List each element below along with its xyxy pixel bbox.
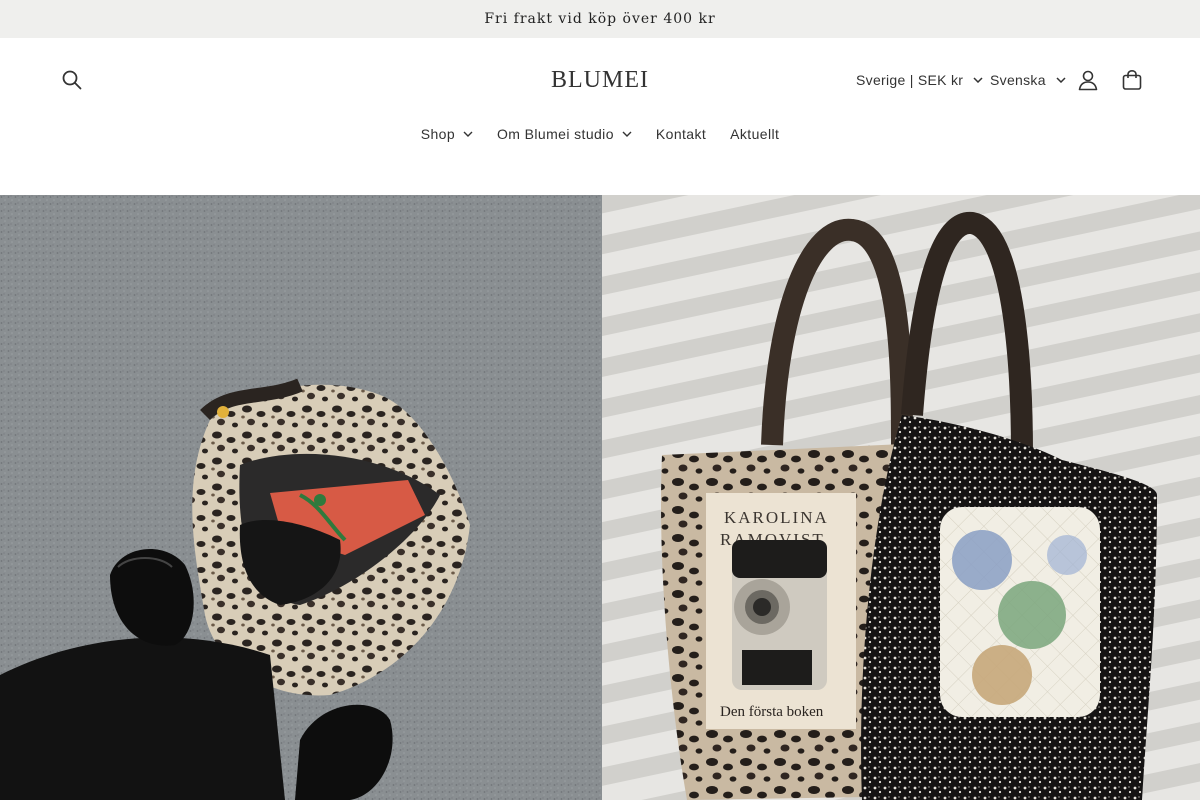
- nav-item-label: Kontakt: [655, 126, 707, 142]
- main-nav: Shop Om Blumei studio Kontakt Aktuellt: [0, 122, 1200, 146]
- nav-item-label: Shop: [420, 126, 455, 142]
- user-icon: [1078, 70, 1098, 91]
- account-button[interactable]: [1072, 64, 1104, 96]
- nav-item-label: Aktuellt: [730, 126, 780, 142]
- chevron-down-icon: [1056, 77, 1066, 83]
- chevron-down-icon: [463, 131, 473, 137]
- hero-banner: KAROLINA RAMQVIST Den första boken: [0, 195, 1200, 800]
- hero-image-right: KAROLINA RAMQVIST Den första boken: [602, 195, 1200, 800]
- country-selector-label: Sverige | SEK kr: [856, 72, 964, 88]
- announcement-text: Fri frakt vid köp över 400 kr: [484, 11, 716, 27]
- nav-item-om-blumei-studio[interactable]: Om Blumei studio: [485, 126, 644, 142]
- nav-item-label: Om Blumei studio: [497, 126, 614, 142]
- shopping-bag-icon: [1122, 69, 1142, 90]
- logo[interactable]: BLUMEI: [500, 64, 700, 96]
- svg-text:Den första boken: Den första boken: [720, 704, 824, 720]
- nav-item-kontakt[interactable]: Kontakt: [644, 126, 718, 142]
- country-selector[interactable]: Sverige | SEK kr: [856, 68, 983, 92]
- chevron-down-icon: [973, 77, 983, 83]
- chevron-down-icon: [622, 131, 632, 137]
- announcement-bar: Fri frakt vid köp över 400 kr: [0, 0, 1200, 38]
- site-header: BLUMEI Sverige | SEK kr Svenska Shop Om …: [0, 38, 1200, 195]
- nav-item-aktuellt[interactable]: Aktuellt: [718, 126, 791, 142]
- language-selector-label: Svenska: [990, 72, 1046, 88]
- search-icon: [62, 70, 82, 90]
- cart-button[interactable]: [1116, 64, 1148, 96]
- svg-text:KAROLINA: KAROLINA: [724, 508, 829, 527]
- language-selector[interactable]: Svenska: [990, 68, 1066, 92]
- hero-image-left: [0, 195, 602, 800]
- nav-item-shop[interactable]: Shop: [409, 126, 485, 142]
- search-button[interactable]: [56, 64, 88, 96]
